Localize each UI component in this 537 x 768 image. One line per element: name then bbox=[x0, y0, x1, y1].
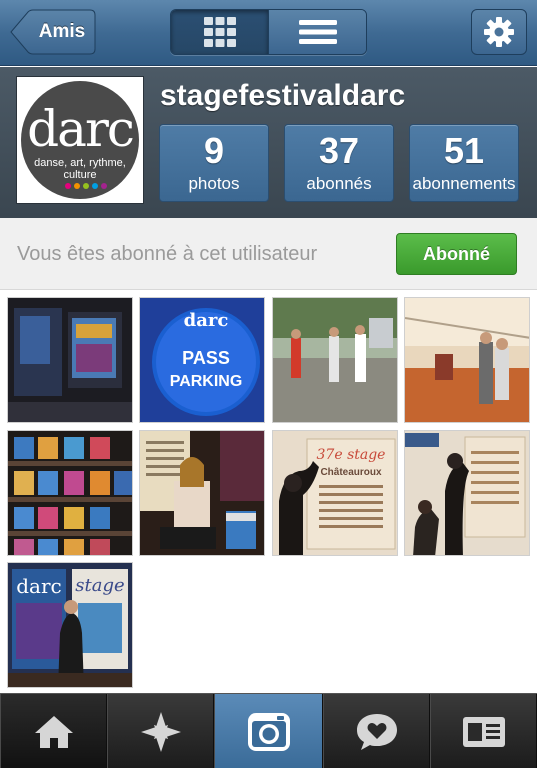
camera-icon bbox=[247, 712, 290, 751]
stat-following-label: abonnements bbox=[412, 174, 516, 193]
photo-9-image: darc stage bbox=[8, 563, 132, 687]
profile-header: darc danse, art, rythme, culture stagefe… bbox=[0, 67, 537, 218]
photo-thumbnail[interactable]: darc stage bbox=[7, 562, 133, 688]
photo-thumbnail[interactable] bbox=[7, 297, 133, 423]
stat-followers-count: 37 bbox=[318, 130, 360, 171]
photo-thumbnail[interactable] bbox=[7, 430, 133, 556]
stat-photos[interactable]: 9 photos bbox=[159, 124, 269, 202]
tab-profile[interactable] bbox=[430, 694, 537, 768]
profile-card-icon bbox=[462, 716, 505, 747]
back-button[interactable]: Amis bbox=[10, 9, 96, 55]
list-view-icon bbox=[298, 20, 337, 44]
avatar-logo: darc danse, art, rythme, culture bbox=[21, 81, 139, 199]
photo-grid: darc PASS PARKING 37e stage Châteauroux … bbox=[0, 290, 537, 693]
home-icon bbox=[34, 715, 73, 748]
photo-7-image: 37e stage Châteauroux bbox=[273, 431, 397, 555]
photo-2-text-line2: PARKING bbox=[170, 373, 243, 390]
photo-thumbnail[interactable]: 37e stage Châteauroux bbox=[272, 430, 398, 556]
avatar[interactable]: darc danse, art, rythme, culture bbox=[16, 76, 144, 204]
stat-photos-count: 9 bbox=[203, 130, 225, 171]
following-button[interactable]: Abonné bbox=[396, 233, 517, 275]
photo-1-image bbox=[8, 298, 132, 422]
follow-status-text: Vous êtes abonné à cet utilisateur bbox=[17, 243, 318, 265]
bottom-tab-bar bbox=[0, 693, 537, 768]
photo-2-text-line1: PASS bbox=[182, 348, 230, 368]
grid-view-icon bbox=[203, 17, 236, 47]
photo-6-image bbox=[140, 431, 264, 555]
photo-4-image bbox=[405, 298, 529, 422]
stat-following[interactable]: 51 abonnements bbox=[409, 124, 519, 202]
photo-7-title: 37e stage bbox=[317, 447, 386, 463]
explore-star-icon bbox=[140, 711, 181, 752]
photo-9-word: darc bbox=[16, 574, 62, 598]
stat-following-count: 51 bbox=[443, 130, 485, 171]
stat-photos-label: photos bbox=[188, 174, 240, 193]
avatar-logo-subtitle: danse, art, rythme, bbox=[34, 157, 126, 169]
photo-7-city: Châteauroux bbox=[320, 467, 382, 478]
gear-icon bbox=[484, 17, 514, 47]
photo-2-image: darc PASS PARKING bbox=[140, 298, 264, 422]
follow-status-bar: Vous êtes abonné à cet utilisateur Abonn… bbox=[0, 218, 537, 290]
photo-thumbnail[interactable] bbox=[404, 297, 530, 423]
tab-explore[interactable] bbox=[107, 694, 214, 768]
tab-home[interactable] bbox=[0, 694, 107, 768]
photo-8-image bbox=[405, 431, 529, 555]
photo-9-stage: stage bbox=[75, 575, 124, 596]
list-view-button[interactable] bbox=[268, 10, 366, 54]
photo-thumbnail[interactable] bbox=[139, 430, 265, 556]
tab-camera[interactable] bbox=[214, 694, 323, 768]
photo-thumbnail[interactable] bbox=[404, 430, 530, 556]
avatar-logo-subtitle-2: culture bbox=[63, 169, 97, 181]
back-button-label: Amis bbox=[38, 21, 86, 42]
photo-5-image bbox=[8, 431, 132, 555]
top-nav-bar: Amis bbox=[0, 0, 537, 66]
photo-thumbnail[interactable]: darc PASS PARKING bbox=[139, 297, 265, 423]
stat-followers[interactable]: 37 abonnés bbox=[284, 124, 394, 202]
grid-view-button[interactable] bbox=[171, 10, 268, 54]
news-bubble-icon bbox=[356, 713, 397, 750]
avatar-color-dots bbox=[65, 183, 107, 189]
profile-username: stagefestivaldarc bbox=[160, 79, 406, 112]
settings-button[interactable] bbox=[471, 9, 527, 55]
photo-thumbnail[interactable] bbox=[272, 297, 398, 423]
view-toggle bbox=[170, 9, 367, 55]
stat-followers-label: abonnés bbox=[306, 174, 372, 193]
svg-text:darc: darc bbox=[184, 310, 229, 331]
photo-3-image bbox=[273, 298, 397, 422]
avatar-logo-word: darc bbox=[27, 100, 135, 158]
tab-news[interactable] bbox=[323, 694, 430, 768]
